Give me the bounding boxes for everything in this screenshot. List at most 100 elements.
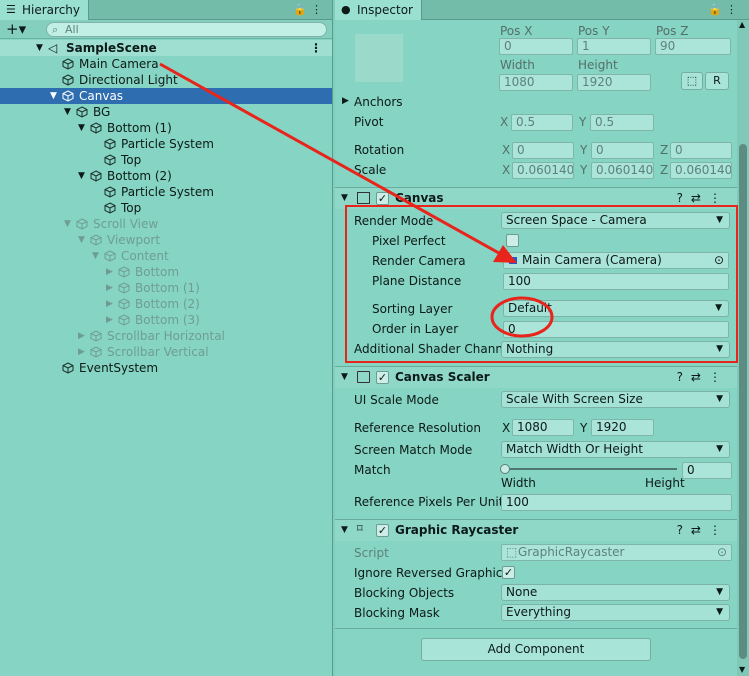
tab-hierarchy[interactable]: ☰ Hierarchy: [0, 0, 90, 20]
script-field: ⬚ GraphicRaycaster ⊙: [501, 544, 732, 561]
tree-item[interactable]: Directional Light: [0, 72, 332, 88]
gameobject-cube-icon: [104, 138, 116, 150]
canvas-scaler-enabled-checkbox[interactable]: ✓: [376, 371, 389, 384]
pos-x-field[interactable]: 0: [499, 38, 573, 55]
chevron-down-icon: ▼: [716, 607, 723, 617]
divider: [335, 628, 737, 629]
hierarchy-toolbar: +▾ ⌕ All: [0, 20, 332, 39]
graphic-raycaster-header[interactable]: ▼ ⌑ ✓ Graphic Raycaster ?⇄⋮: [335, 519, 737, 541]
rotation-x-field[interactable]: 0: [512, 142, 574, 159]
expand-arrow-icon[interactable]: ▼: [78, 168, 88, 184]
tab-menu-icons[interactable]: 🔒⋮: [293, 3, 326, 16]
scroll-down-icon[interactable]: ▼: [739, 665, 745, 674]
tree-item-label: Bottom (2): [107, 169, 172, 183]
canvas-enabled-checkbox[interactable]: ✓: [376, 192, 389, 205]
tree-item[interactable]: ▼ Canvas: [0, 88, 332, 104]
blocking-objects-dropdown[interactable]: None ▼: [501, 584, 730, 601]
match-value-field[interactable]: 0: [682, 462, 732, 479]
ref-resolution-x-field[interactable]: 1080: [512, 419, 574, 436]
rotation-z-field[interactable]: 0: [670, 142, 732, 159]
scene-row[interactable]: ▼ ◁ SampleScene ⋮: [0, 40, 332, 56]
ref-resolution-y-field[interactable]: 1920: [591, 419, 654, 436]
scale-y-field[interactable]: 0.060140: [591, 162, 654, 179]
tree-item[interactable]: EventSystem: [0, 360, 332, 376]
raycaster-enabled-checkbox[interactable]: ✓: [376, 524, 389, 537]
tree-item[interactable]: Main Camera: [0, 56, 332, 72]
expand-arrow-icon[interactable]: ▼: [78, 120, 88, 136]
collapsed-arrow-icon[interactable]: ▶: [106, 296, 116, 312]
tree-item[interactable]: ▶ Bottom (3): [0, 312, 332, 328]
width-field[interactable]: 1080: [499, 74, 573, 91]
search-input[interactable]: ⌕ All: [46, 22, 327, 37]
tree-item[interactable]: Top: [0, 152, 332, 168]
gameobject-cube-icon: [90, 346, 102, 358]
pivot-y-field[interactable]: 0.5: [590, 114, 654, 131]
tree-item[interactable]: ▼ BG: [0, 104, 332, 120]
pos-y-field[interactable]: 1: [577, 38, 651, 55]
expand-arrow-icon[interactable]: ▼: [64, 216, 74, 232]
gameobject-cube-icon: [62, 74, 74, 86]
pivot-x-field[interactable]: 0.5: [511, 114, 573, 131]
anchor-preset-icon[interactable]: [355, 34, 403, 82]
tree-item[interactable]: ▶ Scrollbar Horizontal: [0, 328, 332, 344]
blocking-mask-dropdown[interactable]: Everything ▼: [501, 604, 730, 621]
screen-match-mode-dropdown[interactable]: Match Width Or Height ▼: [501, 441, 730, 458]
component-menu-icons[interactable]: ?⇄⋮: [677, 370, 729, 384]
tree-item[interactable]: ▼ Bottom (1): [0, 120, 332, 136]
expand-arrow-icon[interactable]: ▼: [92, 248, 102, 264]
add-component-button[interactable]: Add Component: [421, 638, 651, 661]
tree-item[interactable]: ▼ Viewport: [0, 232, 332, 248]
tree-item[interactable]: ▼ Bottom (2): [0, 168, 332, 184]
tree-item[interactable]: ▼ Content: [0, 248, 332, 264]
ui-scale-mode-dropdown[interactable]: Scale With Screen Size ▼: [501, 391, 730, 408]
add-dropdown-button[interactable]: +▾: [6, 20, 26, 38]
raw-edit-button[interactable]: R: [705, 72, 729, 90]
ppu-field[interactable]: 100: [501, 494, 732, 511]
match-slider-track[interactable]: [503, 468, 677, 470]
tree-item[interactable]: ▶ Bottom: [0, 264, 332, 280]
tree-item[interactable]: Particle System: [0, 184, 332, 200]
collapsed-arrow-icon[interactable]: ▶: [106, 312, 116, 328]
scroll-up-icon[interactable]: ▲: [739, 20, 745, 29]
tree-item[interactable]: ▶ Bottom (2): [0, 296, 332, 312]
tab-menu-icons[interactable]: 🔒⋮: [708, 3, 741, 16]
collapsed-arrow-icon[interactable]: ▶: [78, 328, 88, 344]
tree-item[interactable]: ▼ Scroll View: [0, 216, 332, 232]
expand-arrow-icon[interactable]: ▼: [78, 232, 88, 248]
tab-inspector[interactable]: ● Inspector: [335, 0, 422, 20]
collapsed-arrow-icon[interactable]: ▶: [106, 280, 116, 296]
expand-arrow-icon[interactable]: ▼: [50, 88, 60, 104]
tree-item[interactable]: ▶ Scrollbar Vertical: [0, 344, 332, 360]
rotation-y-field[interactable]: 0: [591, 142, 654, 159]
scrollbar-thumb[interactable]: [739, 144, 747, 659]
tree-item-label: Main Camera: [79, 57, 159, 71]
collapsed-arrow-icon[interactable]: ▶: [106, 264, 116, 280]
tree-item[interactable]: Top: [0, 200, 332, 216]
component-menu-icons[interactable]: ?⇄⋮: [677, 191, 729, 205]
unity-scene-icon: ◁: [48, 41, 58, 55]
height-field[interactable]: 1920: [577, 74, 651, 91]
inspector-scrollbar[interactable]: ▲ ▼: [737, 20, 749, 676]
match-slider-handle[interactable]: [500, 464, 510, 474]
canvas-scaler-header[interactable]: ▼ ✓ Canvas Scaler ?⇄⋮: [335, 366, 737, 388]
hierarchy-tabbar: ☰ Hierarchy 🔒⋮: [0, 0, 332, 20]
fold-arrow-icon[interactable]: ▼: [341, 525, 348, 535]
anchors-fold-icon[interactable]: ▶: [342, 96, 349, 106]
tree-item[interactable]: Particle System: [0, 136, 332, 152]
chevron-down-icon: ▼: [716, 444, 723, 454]
ignore-reversed-checkbox[interactable]: ✓: [502, 566, 515, 579]
fold-arrow-icon[interactable]: ▼: [341, 193, 348, 203]
tree-item[interactable]: ▶ Bottom (1): [0, 280, 332, 296]
fold-arrow-icon[interactable]: ▼: [341, 372, 348, 382]
tree-item-label: Particle System: [121, 137, 214, 151]
scale-z-field[interactable]: 0.060140: [670, 162, 732, 179]
pos-z-field[interactable]: 90: [655, 38, 731, 55]
collapsed-arrow-icon[interactable]: ▶: [78, 344, 88, 360]
scene-menu-icon[interactable]: ⋮: [310, 40, 322, 56]
scale-x-field[interactable]: 0.060140: [512, 162, 574, 179]
blueprint-mode-icon[interactable]: ⬚: [681, 72, 703, 90]
tree-item-label: BG: [93, 105, 111, 119]
expand-arrow-icon[interactable]: ▼: [64, 104, 74, 120]
component-menu-icons[interactable]: ?⇄⋮: [677, 523, 729, 537]
expand-arrow-icon[interactable]: ▼: [36, 40, 46, 56]
